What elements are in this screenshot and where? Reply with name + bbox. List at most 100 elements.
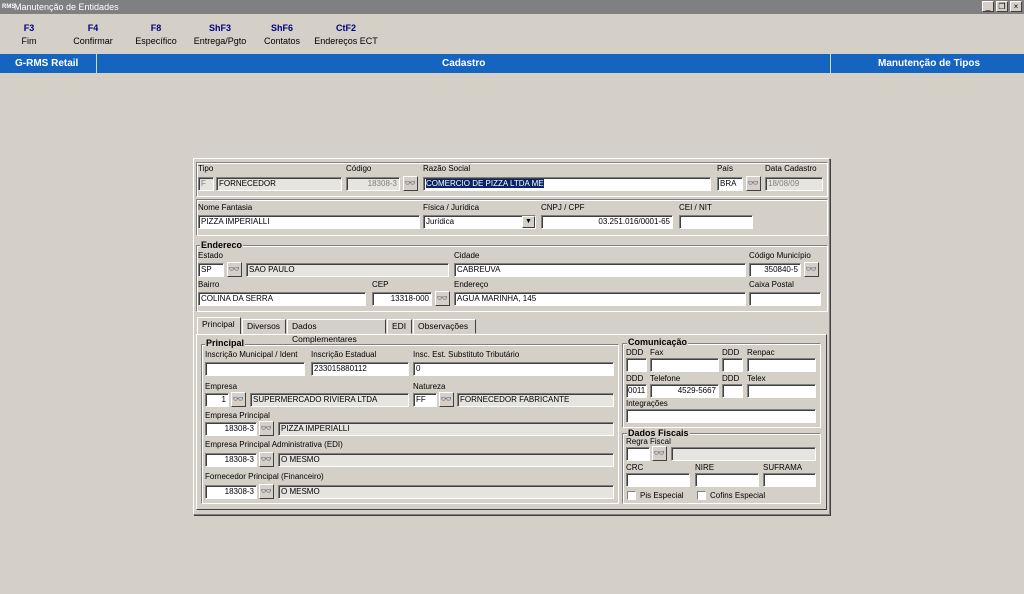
pais-label: País [717, 164, 734, 173]
suframa-field[interactable] [763, 473, 816, 487]
insc-sub-field[interactable]: 0 [413, 362, 614, 376]
bairro-field[interactable]: COLINA DA SERRA [198, 292, 366, 306]
cidade-label: Cidade [454, 251, 480, 260]
insc-mun-field[interactable] [205, 362, 305, 376]
fkey-shf6[interactable]: ShF6 Contatos [258, 22, 306, 48]
close-button[interactable]: × [1010, 1, 1022, 12]
telefone-field[interactable]: 4529-5667 [650, 384, 719, 398]
fax-field[interactable] [650, 358, 719, 372]
emp-principal-code-field[interactable]: 18308-3 [205, 422, 257, 436]
cidade-field[interactable]: CABREUVA [454, 263, 746, 277]
search-municipio-binoculars-icon[interactable]: 👓 [804, 262, 819, 277]
emp-adm-code-field[interactable]: 18308-3 [205, 453, 257, 467]
estado-label: Estado [198, 251, 223, 260]
search-codigo-binoculars-icon[interactable]: 👓 [403, 176, 418, 191]
bar-divider [96, 54, 97, 73]
fkey-code: F3 [23, 23, 35, 33]
razao-social-field[interactable]: COMERCIO DE PIZZA LTDA ME [423, 177, 711, 191]
municipio-label: Código Município [749, 251, 811, 260]
telefone-label: Telefone [650, 374, 681, 383]
tab-principal[interactable]: Principal [197, 317, 241, 335]
search-estado-binoculars-icon[interactable]: 👓 [227, 262, 242, 277]
insc-sub-label: Insc. Est. Substituto Tributário [413, 350, 520, 359]
principal-group-title: Principal [205, 338, 246, 348]
fkey-code: F4 [87, 23, 99, 33]
search-regra-fiscal-binoculars-icon[interactable]: 👓 [652, 446, 667, 461]
fkey-f3[interactable]: F3 Fim [14, 22, 44, 48]
emp-principal-desc-field: PIZZA IMPERIALLI [278, 422, 614, 436]
search-empresa-binoculars-icon[interactable]: 👓 [231, 392, 246, 407]
cofins-especial-label: Cofins Especial [710, 491, 766, 500]
minimize-button[interactable]: _ [982, 1, 994, 12]
fisjur-label: Física / Jurídica [423, 203, 480, 212]
emp-adm-label: Empresa Principal Administrativa (EDI) [205, 440, 343, 449]
renpac-field[interactable] [747, 358, 816, 372]
insc-est-field[interactable]: 233015880112 [311, 362, 409, 376]
fisjur-value: Jurídica [426, 217, 455, 226]
caixa-postal-field[interactable] [749, 292, 821, 306]
razao-social-value: COMERCIO DE PIZZA LTDA ME [426, 179, 544, 188]
fkey-f4[interactable]: F4 Confirmar [70, 22, 116, 48]
comunicacao-group-title: Comunicação [627, 337, 689, 347]
fkey-shf3[interactable]: ShF3 Entrega/Pgto [190, 22, 250, 48]
maximize-button[interactable]: ❐ [996, 1, 1008, 12]
ddd-fax-field[interactable] [626, 358, 647, 372]
module-name: Manutenção de Tipos [878, 58, 981, 69]
renpac-label: Renpac [747, 348, 775, 357]
pais-field[interactable]: BRA [717, 177, 743, 191]
fkey-code: F8 [150, 23, 162, 33]
crc-field[interactable] [626, 473, 690, 487]
telex-field[interactable] [747, 384, 816, 398]
cofins-especial-checkbox[interactable] [697, 491, 706, 500]
suframa-label: SUFRAMA [763, 463, 803, 472]
natureza-label: Natureza [413, 382, 446, 391]
empresa-code-field[interactable]: 1 [205, 393, 229, 407]
chevron-down-icon[interactable]: ▼ [522, 216, 535, 228]
tab-diversos[interactable]: Diversos [242, 319, 286, 334]
tab-dados-complementares[interactable]: Dados Complementares [287, 319, 386, 344]
fkey-label: Confirmar [73, 36, 113, 46]
estado-field[interactable]: SP [198, 263, 224, 277]
tipo-label: Tipo [198, 164, 214, 173]
natureza-code-field[interactable]: FF [413, 393, 437, 407]
telex-label: Telex [747, 374, 766, 383]
integracoes-label: Integrações [626, 399, 668, 408]
nome-fantasia-field[interactable]: PIZZA IMPERIALLI [198, 215, 420, 229]
data-cadastro-label: Data Cadastro [765, 164, 817, 173]
fantasia-label: Nome Fantasia [198, 203, 253, 212]
tipo-code-field[interactable]: F [198, 177, 214, 191]
fornecedor-code-field[interactable]: 18308-3 [205, 485, 257, 499]
endereco-field[interactable]: AGUA MARINHA, 145 [454, 292, 746, 306]
ddd-renpac-field[interactable] [722, 358, 743, 372]
cnpj-field[interactable]: 03.251.016/0001-65 [541, 215, 673, 229]
nire-field[interactable] [695, 473, 759, 487]
tab-edi[interactable]: EDI [387, 319, 412, 334]
ddd-telefone-field[interactable]: 0011 [626, 384, 647, 398]
search-natureza-binoculars-icon[interactable]: 👓 [439, 392, 454, 407]
ddd-telex-label: DDD [722, 374, 740, 383]
fornecedor-label: Fornecedor Principal (Financeiro) [205, 472, 324, 481]
fisica-juridica-select[interactable]: Jurídica [423, 215, 536, 229]
regra-fiscal-field[interactable] [626, 447, 650, 461]
title-bar [0, 0, 1024, 14]
search-fornecedor-binoculars-icon[interactable]: 👓 [259, 484, 274, 499]
ddd-telex-field[interactable] [722, 384, 743, 398]
bar-divider [830, 54, 831, 73]
search-cep-binoculars-icon[interactable]: 👓 [435, 291, 450, 306]
fkey-ctf2[interactable]: CtF2 Endereços ECT [312, 22, 380, 48]
search-emp-principal-binoculars-icon[interactable]: 👓 [259, 421, 274, 436]
fkey-code: ShF6 [270, 23, 293, 33]
municipio-field[interactable]: 350840-5 [749, 263, 801, 277]
integracoes-field[interactable] [626, 409, 816, 423]
search-emp-adm-binoculars-icon[interactable]: 👓 [259, 452, 274, 467]
codigo-label: Código [346, 164, 372, 173]
cep-field[interactable]: 13318-000 [372, 292, 432, 306]
pis-especial-checkbox[interactable] [627, 491, 636, 500]
module-bar: G-RMS Retail Cadastro Manutenção de Tipo… [0, 54, 1024, 73]
empresa-desc-field: SUPERMERCADO RIVIERA LTDA [250, 393, 409, 407]
codigo-field[interactable]: 18308-3 [346, 177, 400, 191]
cei-field[interactable] [679, 215, 753, 229]
tab-observacoes[interactable]: Observações [413, 319, 476, 334]
search-pais-binoculars-icon[interactable]: 👓 [746, 176, 761, 191]
fkey-f8[interactable]: F8 Específico [132, 22, 180, 48]
